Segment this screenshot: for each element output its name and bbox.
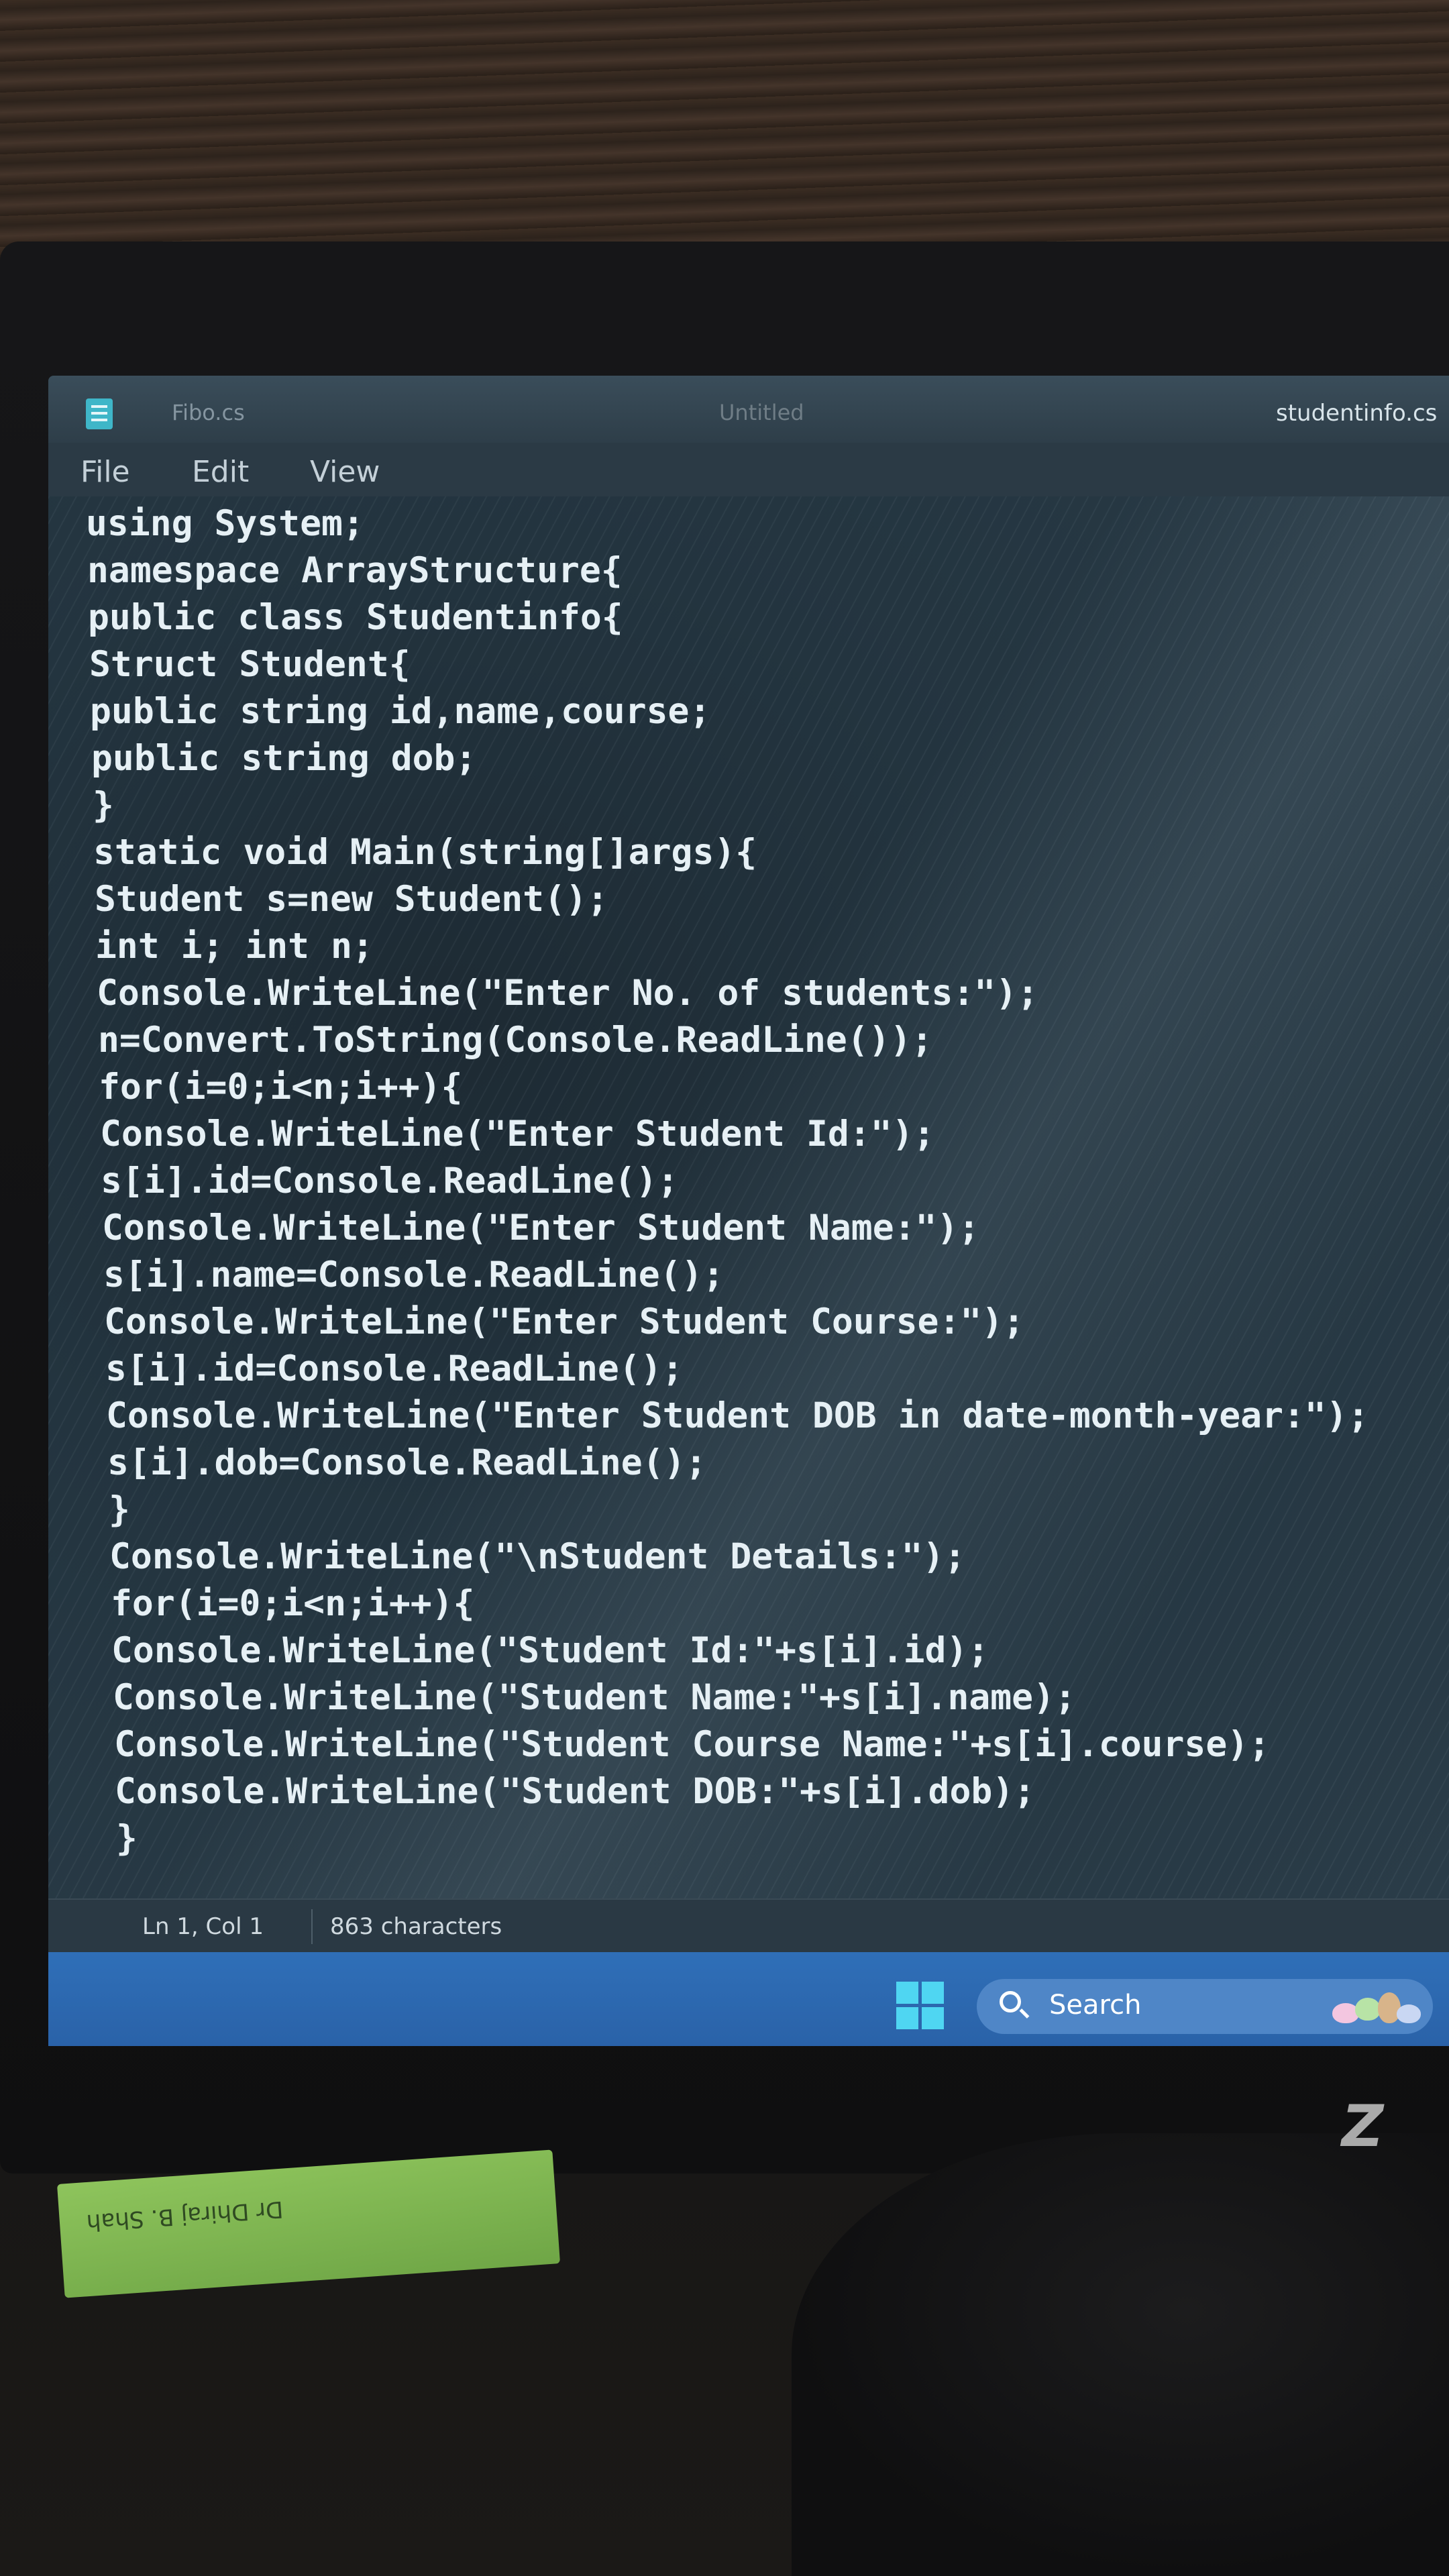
cursor-position: Ln 1, Col 1 — [142, 1913, 264, 1940]
text-editor-area[interactable]: using System; namespace ArrayStructure{ pu… — [48, 496, 1449, 1898]
notepad-icon — [86, 398, 113, 429]
code-line: namespace ArrayStructure{ — [87, 550, 623, 591]
tab-untitled[interactable]: Untitled — [719, 400, 804, 425]
status-bar: Ln 1, Col 1 863 characters — [48, 1898, 1449, 1953]
menu-view[interactable]: View — [310, 455, 380, 489]
code-line: } — [93, 785, 114, 826]
code-line: for(i=0;i<n;i++){ — [111, 1583, 475, 1624]
sticky-note-text: Dr Dhiraj B. Shah — [85, 2195, 284, 2237]
desk-background — [0, 0, 1449, 255]
menu-edit[interactable]: Edit — [192, 455, 249, 489]
code-line: Console.WriteLine("Student DOB:"+s[i].do… — [115, 1771, 1036, 1812]
menu-file[interactable]: File — [80, 455, 130, 489]
code-line: public string dob; — [91, 738, 477, 779]
photo-scene: Dr Dhiraj B. Shah Z Fibo.cs Untitled stu… — [0, 0, 1449, 2576]
windows-logo-icon[interactable] — [896, 1982, 945, 2030]
code-line: s[i].id=Console.ReadLine(); — [101, 1161, 679, 1201]
search-label: Search — [1049, 1990, 1142, 2021]
code-line: Console.WriteLine("Enter No. of students… — [97, 973, 1038, 1014]
code-line: Struct Student{ — [89, 644, 411, 685]
code-line: } — [116, 1818, 138, 1859]
menu-bar: File Edit View — [48, 443, 1449, 496]
tab-fibo[interactable]: Fibo.cs — [172, 400, 245, 425]
title-bar: Fibo.cs Untitled studentinfo.cs — [48, 376, 1449, 443]
character-count: 863 characters — [330, 1913, 502, 1940]
code-line: Console.WriteLine("Student Name:"+s[i].n… — [113, 1677, 1076, 1718]
code-line: static void Main(string[]args){ — [93, 832, 757, 873]
code-line: Console.WriteLine("Enter Student Id:"); — [100, 1114, 935, 1155]
search-highlight-icon — [1326, 1988, 1426, 2026]
code-line: n=Convert.ToString(Console.ReadLine()); — [98, 1020, 933, 1061]
code-line: using System; — [86, 503, 364, 544]
taskbar: Search — [48, 1952, 1449, 2046]
screen: Fibo.cs Untitled studentinfo.cs File Edi… — [48, 376, 1449, 2046]
code-line: s[i].dob=Console.ReadLine(); — [107, 1442, 707, 1483]
code-line: for(i=0;i<n;i++){ — [99, 1067, 463, 1108]
status-divider — [311, 1909, 313, 1944]
monitor-brand-logo: Z — [1342, 2093, 1384, 2160]
code-line: Console.WriteLine("Student Course Name:"… — [114, 1724, 1271, 1765]
tab-studentinfo[interactable]: studentinfo.cs — [1276, 400, 1437, 427]
monitor-stand — [792, 2133, 1449, 2576]
code-lines: using System; namespace ArrayStructure{ pu… — [86, 500, 1369, 1862]
code-line: Console.WriteLine("\nStudent Details:"); — [109, 1536, 966, 1577]
code-line: Console.WriteLine("Enter Student DOB in … — [106, 1395, 1369, 1436]
code-line: s[i].name=Console.ReadLine(); — [103, 1254, 724, 1295]
taskbar-search-box[interactable]: Search — [977, 1979, 1433, 2034]
code-line: public string id,name,course; — [90, 691, 711, 732]
code-line: Console.WriteLine("Student Id:"+s[i].id)… — [111, 1630, 989, 1671]
code-line: public class Studentinfo{ — [88, 597, 623, 638]
code-line: Student s=new Student(); — [95, 879, 608, 920]
code-line: Console.WriteLine("Enter Student Name:")… — [102, 1208, 980, 1248]
code-line: s[i].id=Console.ReadLine(); — [105, 1348, 684, 1389]
code-line: int i; int n; — [95, 926, 374, 967]
code-line: Console.WriteLine("Enter Student Course:… — [104, 1301, 1025, 1342]
search-icon — [1000, 1991, 1021, 2012]
code-line: } — [109, 1489, 130, 1530]
